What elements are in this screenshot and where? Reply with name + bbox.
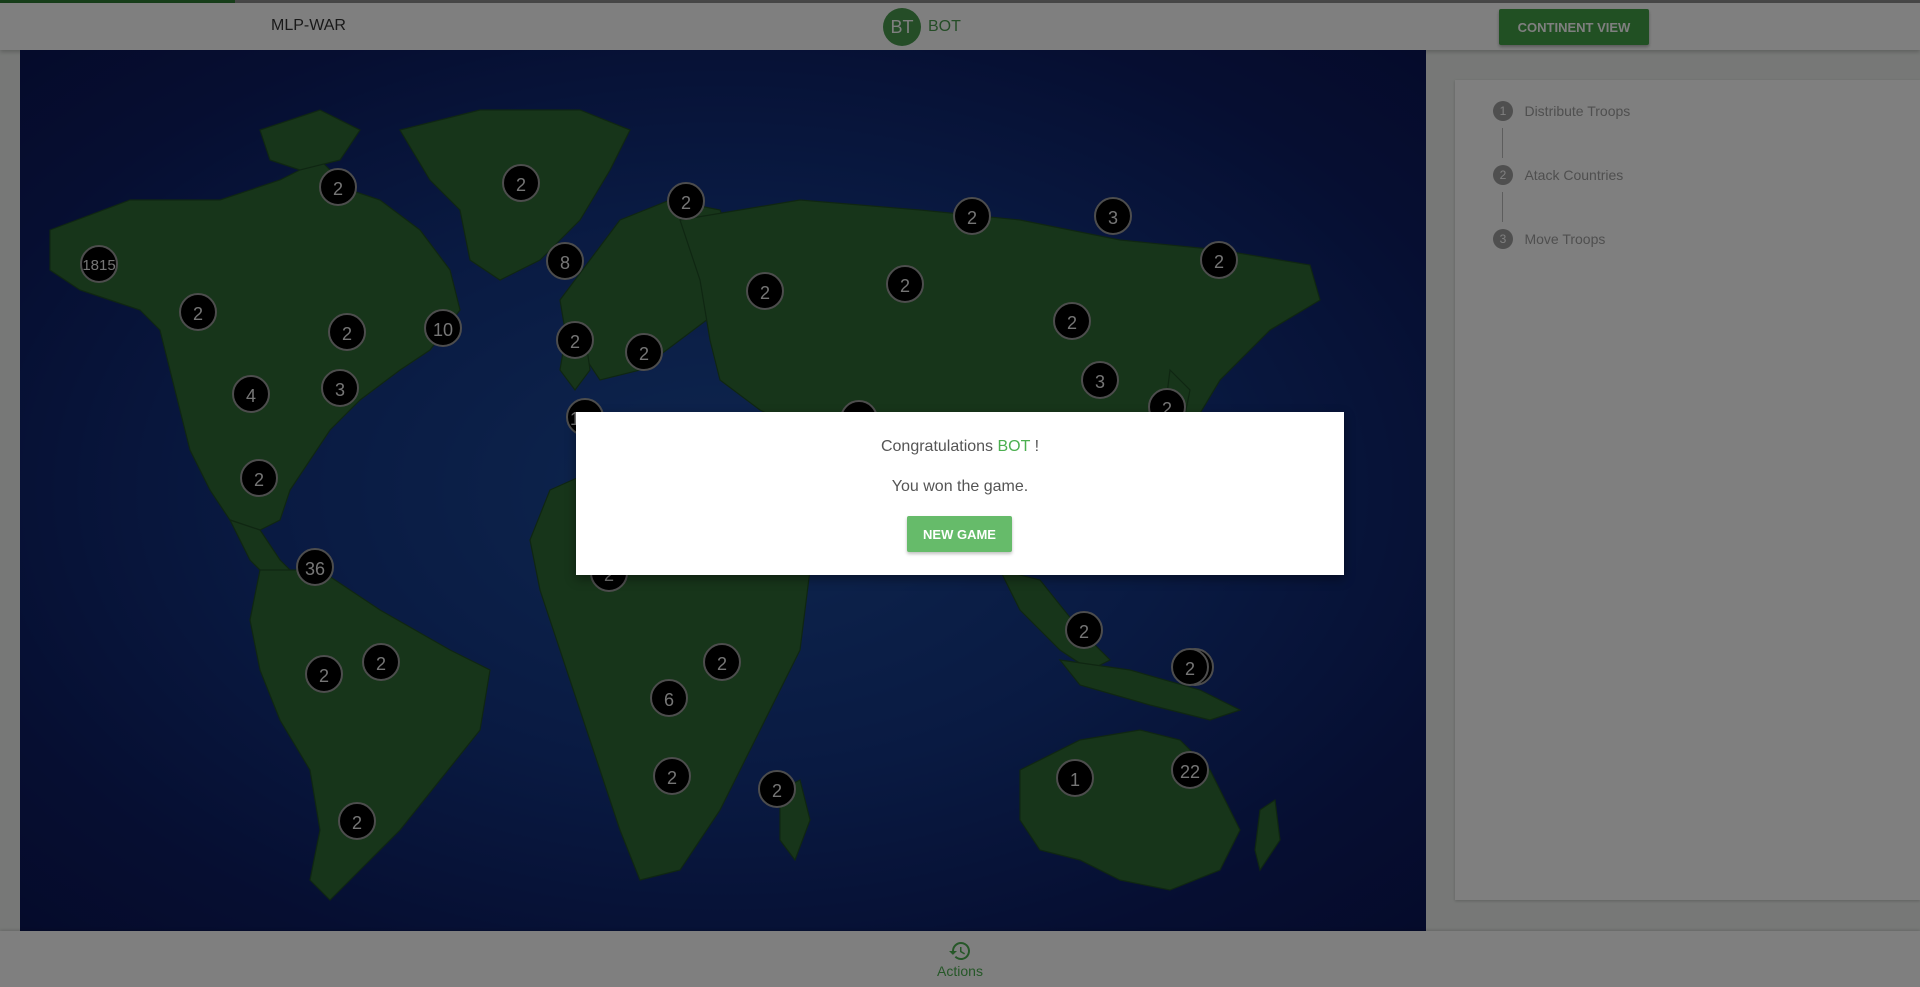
congrats-suffix: ! (1034, 438, 1040, 455)
modal-overlay: Congratulations BOT ! You won the game. … (0, 0, 1920, 987)
new-game-button[interactable]: NEW GAME (907, 516, 1012, 552)
congratulations-text: Congratulations BOT ! (576, 438, 1344, 456)
won-message: You won the game. (891, 478, 1029, 495)
winner-name: BOT (997, 438, 1031, 455)
game-over-dialog: Congratulations BOT ! You won the game. … (576, 412, 1344, 575)
congrats-prefix: Congratulations (880, 438, 994, 455)
